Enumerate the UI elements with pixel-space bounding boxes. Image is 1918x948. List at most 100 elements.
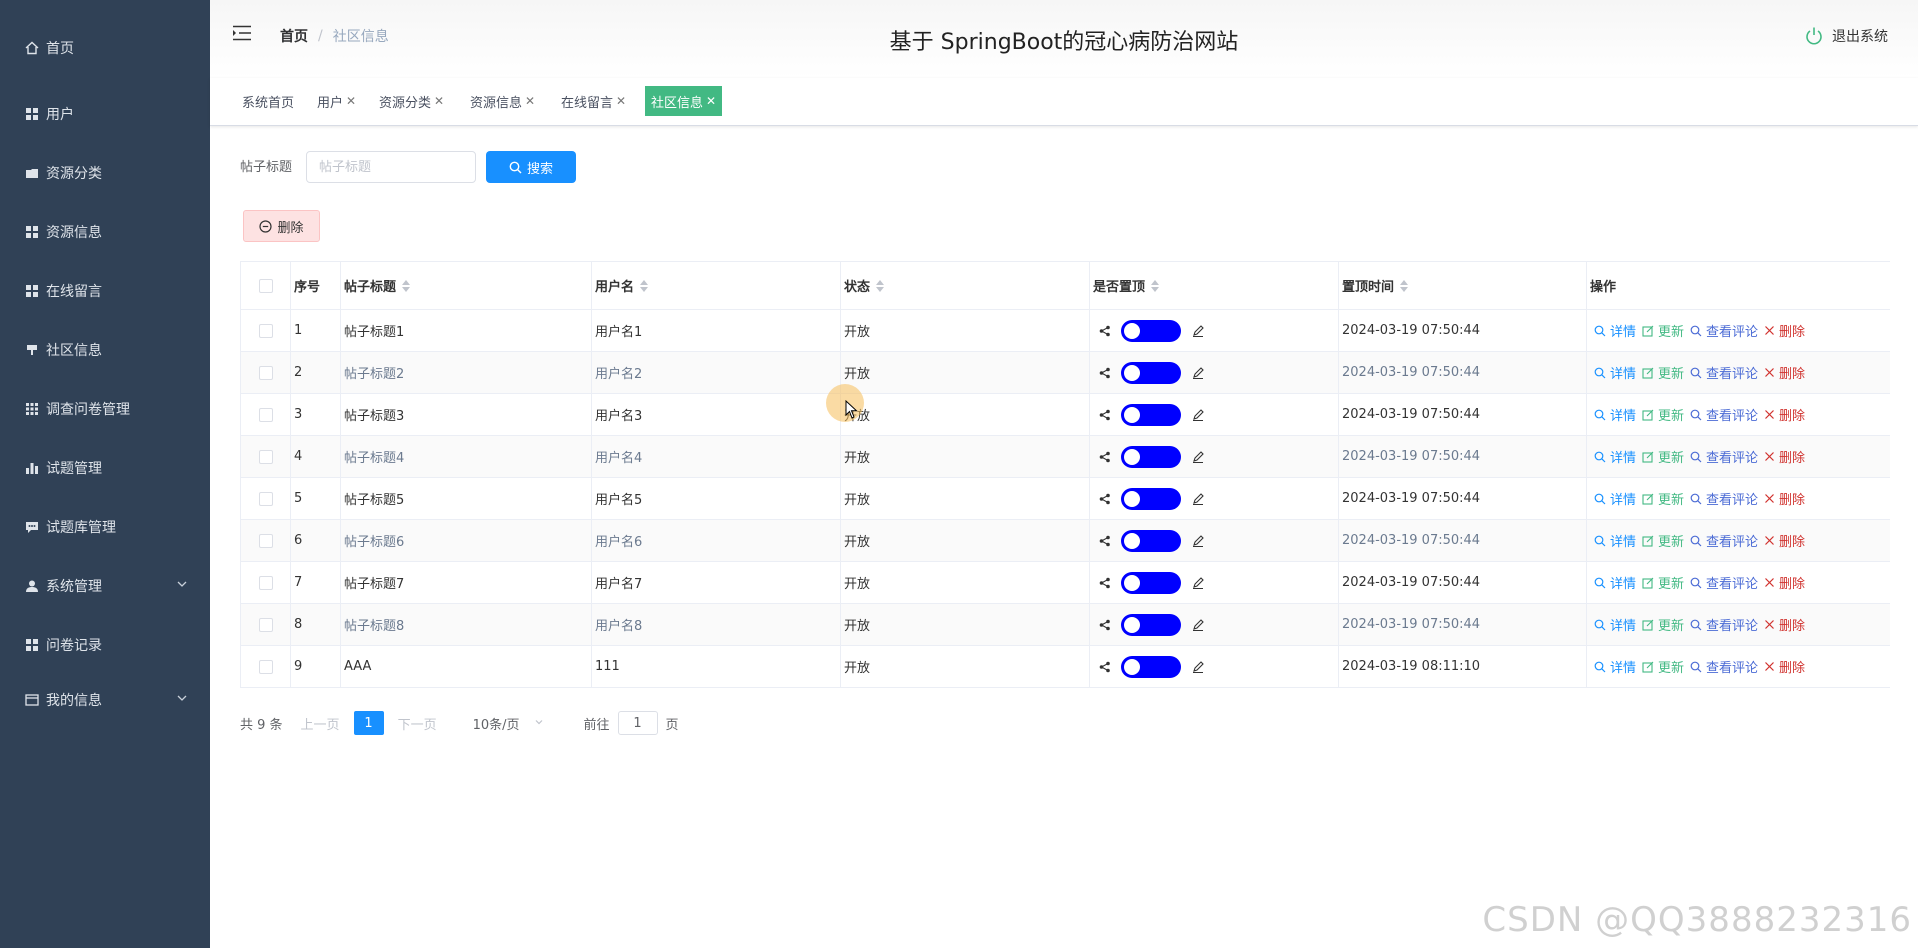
row-checkbox[interactable] — [258, 407, 273, 422]
row-delete-button[interactable]: 删除 — [1764, 489, 1805, 508]
column-header-status[interactable]: 状态 — [841, 262, 1090, 309]
column-header-username[interactable]: 用户名 — [592, 262, 841, 309]
pagination-goto-input[interactable] — [617, 711, 658, 735]
row-checkbox[interactable] — [258, 617, 273, 632]
tag-resource-category[interactable]: 资源分类 ✕ — [373, 86, 450, 116]
update-button[interactable]: 更新 — [1642, 405, 1684, 424]
share-icon[interactable] — [1099, 451, 1111, 463]
pin-toggle-switch[interactable] — [1121, 655, 1181, 678]
pencil-icon[interactable] — [1191, 534, 1205, 548]
row-checkbox[interactable] — [258, 533, 273, 548]
detail-button[interactable]: 详情 — [1594, 531, 1636, 550]
close-icon[interactable]: ✕ — [346, 94, 356, 108]
tag-users[interactable]: 用户 ✕ — [311, 86, 362, 116]
column-header-pinned[interactable]: 是否置顶 — [1090, 262, 1339, 309]
pin-toggle-switch[interactable] — [1121, 445, 1181, 468]
column-header-pinned-time[interactable]: 置顶时间 — [1339, 262, 1587, 309]
table-row[interactable]: 1 帖子标题1 用户名1 开放 2024-03-19 07:50:44 详情 更新 查看评论 删… — [241, 310, 1890, 352]
pencil-icon[interactable] — [1191, 660, 1205, 674]
sidebar-item-users[interactable]: 用户 — [0, 94, 210, 134]
batch-delete-button[interactable]: 删除 — [243, 210, 320, 242]
share-icon[interactable] — [1099, 577, 1111, 589]
close-icon[interactable]: ✕ — [706, 94, 716, 108]
view-comments-button[interactable]: 查看评论 — [1690, 573, 1758, 592]
pencil-icon[interactable] — [1191, 450, 1205, 464]
table-row[interactable]: 7 帖子标题7 用户名7 开放 2024-03-19 07:50:44 详情 更新 查看评论 删… — [241, 562, 1890, 604]
row-delete-button[interactable]: 删除 — [1764, 447, 1805, 466]
update-button[interactable]: 更新 — [1642, 615, 1684, 634]
view-comments-button[interactable]: 查看评论 — [1690, 489, 1758, 508]
tag-resource-info[interactable]: 资源信息 ✕ — [464, 86, 541, 116]
view-comments-button[interactable]: 查看评论 — [1690, 447, 1758, 466]
pagination-prev-button[interactable]: 上一页 — [301, 714, 340, 733]
view-comments-button[interactable]: 查看评论 — [1690, 363, 1758, 382]
update-button[interactable]: 更新 — [1642, 573, 1684, 592]
sidebar-item-resource-info[interactable]: 资源信息 — [0, 212, 210, 252]
row-delete-button[interactable]: 删除 — [1764, 657, 1805, 676]
table-row[interactable]: 4 帖子标题4 用户名4 开放 2024-03-19 07:50:44 详情 更新 查看评论 删… — [241, 436, 1890, 478]
table-row[interactable]: 5 帖子标题5 用户名5 开放 2024-03-19 07:50:44 详情 更新 查看评论 删… — [241, 478, 1890, 520]
row-checkbox[interactable] — [258, 323, 273, 338]
row-delete-button[interactable]: 删除 — [1764, 615, 1805, 634]
sidebar-item-my-info[interactable]: 我的信息 — [0, 680, 210, 720]
detail-button[interactable]: 详情 — [1594, 573, 1636, 592]
tag-community-info[interactable]: 社区信息 ✕ — [645, 86, 723, 116]
table-row[interactable]: 3帖子标题3用户名3开放 2024-03-19 07:50:44 详情 更新 查看评论 删… — [241, 394, 1890, 436]
table-row[interactable]: 8 帖子标题8 用户名8 开放 2024-03-19 07:50:44 详情 更新 查看评论 删… — [241, 604, 1890, 646]
pin-toggle-switch[interactable] — [1121, 361, 1181, 384]
sidebar-item-home[interactable]: 首页 — [0, 28, 210, 68]
sidebar-item-system-management[interactable]: 系统管理 — [0, 566, 210, 606]
tag-online-message[interactable]: 在线留言 ✕ — [555, 86, 632, 116]
row-delete-button[interactable]: 删除 — [1764, 573, 1805, 592]
pin-toggle-switch[interactable] — [1121, 319, 1181, 342]
pin-toggle-switch[interactable] — [1121, 487, 1181, 510]
update-button[interactable]: 更新 — [1642, 489, 1684, 508]
row-checkbox[interactable] — [258, 659, 273, 674]
update-button[interactable]: 更新 — [1642, 321, 1684, 340]
sidebar-item-question-management[interactable]: 试题管理 — [0, 448, 210, 488]
share-icon[interactable] — [1099, 535, 1111, 547]
close-icon[interactable]: ✕ — [616, 94, 626, 108]
detail-button[interactable]: 详情 — [1594, 657, 1636, 676]
row-checkbox[interactable] — [258, 449, 273, 464]
select-all-checkbox[interactable] — [258, 278, 273, 293]
view-comments-button[interactable]: 查看评论 — [1690, 531, 1758, 550]
row-delete-button[interactable]: 删除 — [1764, 405, 1805, 424]
row-checkbox[interactable] — [258, 575, 273, 590]
update-button[interactable]: 更新 — [1642, 531, 1684, 550]
page-size-select[interactable]: 10条/页 — [473, 714, 544, 733]
table-row[interactable]: 6 帖子标题6 用户名6 开放 2024-03-19 07:50:44 详情 更新 查看评论 删… — [241, 520, 1890, 562]
detail-button[interactable]: 详情 — [1594, 405, 1636, 424]
sort-icon[interactable] — [876, 279, 885, 293]
pagination-next-button[interactable]: 下一页 — [398, 714, 437, 733]
sort-icon[interactable] — [1400, 279, 1409, 293]
share-icon[interactable] — [1099, 619, 1111, 631]
view-comments-button[interactable]: 查看评论 — [1690, 321, 1758, 340]
row-checkbox[interactable] — [258, 491, 273, 506]
update-button[interactable]: 更新 — [1642, 363, 1684, 382]
row-checkbox[interactable] — [258, 365, 273, 380]
sort-icon[interactable] — [402, 279, 411, 293]
pin-toggle-switch[interactable] — [1121, 613, 1181, 636]
pencil-icon[interactable] — [1191, 576, 1205, 590]
tag-system-home[interactable]: 系统首页 — [236, 86, 300, 116]
logout-button[interactable]: 退出系统 — [1804, 26, 1888, 46]
close-icon[interactable]: ✕ — [434, 94, 444, 108]
share-icon[interactable] — [1099, 661, 1111, 673]
sort-icon[interactable] — [1151, 279, 1160, 293]
column-header-title[interactable]: 帖子标题 — [341, 262, 592, 309]
row-delete-button[interactable]: 删除 — [1764, 531, 1805, 550]
view-comments-button[interactable]: 查看评论 — [1690, 405, 1758, 424]
pencil-icon[interactable] — [1191, 408, 1205, 422]
detail-button[interactable]: 详情 — [1594, 447, 1636, 466]
detail-button[interactable]: 详情 — [1594, 321, 1636, 340]
detail-button[interactable]: 详情 — [1594, 363, 1636, 382]
sidebar-item-online-message[interactable]: 在线留言 — [0, 271, 210, 311]
pin-toggle-switch[interactable] — [1121, 571, 1181, 594]
pencil-icon[interactable] — [1191, 366, 1205, 380]
pencil-icon[interactable] — [1191, 492, 1205, 506]
detail-button[interactable]: 详情 — [1594, 489, 1636, 508]
sidebar-item-survey-management[interactable]: 调查问卷管理 — [0, 389, 210, 429]
update-button[interactable]: 更新 — [1642, 657, 1684, 676]
share-icon[interactable] — [1099, 325, 1111, 337]
